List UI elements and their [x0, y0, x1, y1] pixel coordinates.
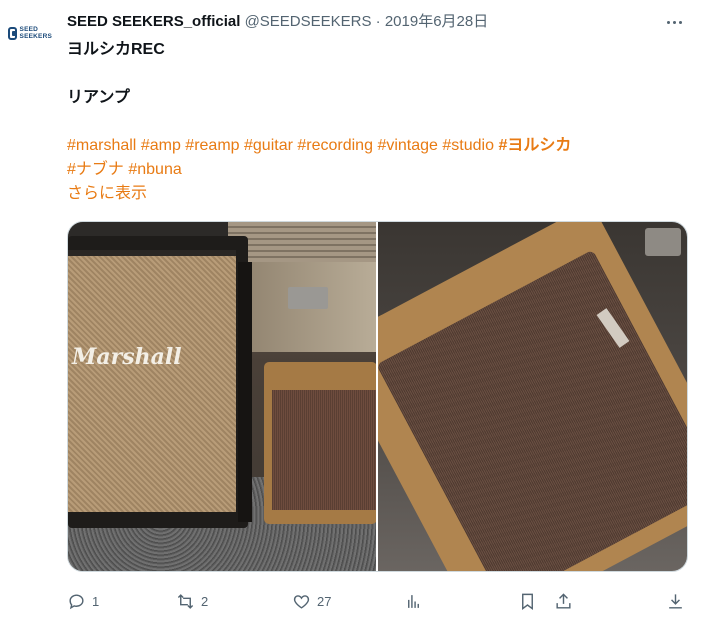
- acoustic-panel: [228, 222, 376, 262]
- hashtag-line-1: #marshall #amp #reamp #guitar #recording…: [67, 134, 687, 158]
- avatar[interactable]: SEED SEEKERS: [8, 22, 52, 44]
- author-display-name[interactable]: SEED SEEKERS_official: [67, 13, 240, 30]
- tweed-amp-grill: [272, 390, 376, 510]
- avatar-logo-text: SEED SEEKERS: [20, 26, 52, 40]
- retweet-icon: [177, 593, 194, 609]
- tweet-line-title: ヨルシカREC: [67, 41, 165, 58]
- tweet-header: SEED SEEKERS_official @SEEDSEEKERS · 201…: [67, 12, 664, 32]
- hashtag-line-2: #ナブナ #nbuna: [67, 158, 687, 182]
- hashtag-link[interactable]: #guitar: [244, 137, 293, 154]
- share-icon: [556, 592, 571, 609]
- photo-right[interactable]: [378, 222, 687, 571]
- avatar-text-line1: SEED: [19, 26, 39, 33]
- hashtag-link[interactable]: #marshall: [67, 137, 136, 154]
- tweet-actions: 1 2 27: [67, 585, 688, 617]
- reply-icon: [69, 593, 84, 609]
- cabinet-side: [238, 262, 252, 522]
- separator-dot: ·: [375, 13, 381, 30]
- tweet-date[interactable]: 2019年6月28日: [385, 13, 488, 30]
- more-options-icon[interactable]: [662, 12, 686, 32]
- retweet-button[interactable]: 2: [176, 592, 208, 611]
- seed-seekers-logo-icon: [8, 26, 17, 40]
- reply-count: 1: [92, 593, 100, 609]
- avatar-text-line2: SEEKERS: [19, 33, 52, 40]
- bookmark-icon: [522, 593, 533, 610]
- share-button[interactable]: [554, 592, 573, 611]
- photo-left[interactable]: Marshall: [68, 222, 376, 571]
- hashtag-link[interactable]: #ナブナ: [67, 161, 124, 178]
- download-icon: [669, 593, 682, 609]
- hashtag-link[interactable]: #reamp: [185, 137, 239, 154]
- retweet-count: 2: [201, 593, 209, 609]
- like-count: 27: [317, 593, 332, 609]
- hashtag-link[interactable]: #amp: [141, 137, 181, 154]
- cabinet-grill: [68, 250, 236, 512]
- author-handle[interactable]: @SEEDSEEKERS: [245, 13, 372, 30]
- mic-stand-clamp: [288, 287, 328, 309]
- marshall-logo: Marshall: [72, 344, 182, 370]
- hashtag-link[interactable]: #vintage: [377, 137, 438, 154]
- mic-bracket: [645, 228, 681, 256]
- tweet-line-reamp: リアンプ: [67, 89, 130, 106]
- tweet-media: Marshall: [67, 221, 688, 572]
- like-button[interactable]: 27: [292, 592, 331, 611]
- views-icon: [408, 594, 419, 608]
- views-button[interactable]: [404, 592, 429, 611]
- hashtag-link[interactable]: #nbuna: [128, 161, 181, 178]
- show-more-link[interactable]: さらに表示: [67, 182, 687, 206]
- reply-button[interactable]: 1: [67, 592, 99, 611]
- hashtag-link[interactable]: #studio: [442, 137, 494, 154]
- download-button[interactable]: [666, 592, 685, 611]
- hashtag-link[interactable]: #recording: [297, 137, 373, 154]
- tweet-text: ヨルシカREC リアンプ #marshall #amp #reamp #guit…: [67, 38, 687, 206]
- like-icon: [293, 594, 310, 609]
- bookmark-button[interactable]: [518, 592, 537, 611]
- hashtag-link-highlighted[interactable]: #ヨルシカ: [498, 137, 571, 154]
